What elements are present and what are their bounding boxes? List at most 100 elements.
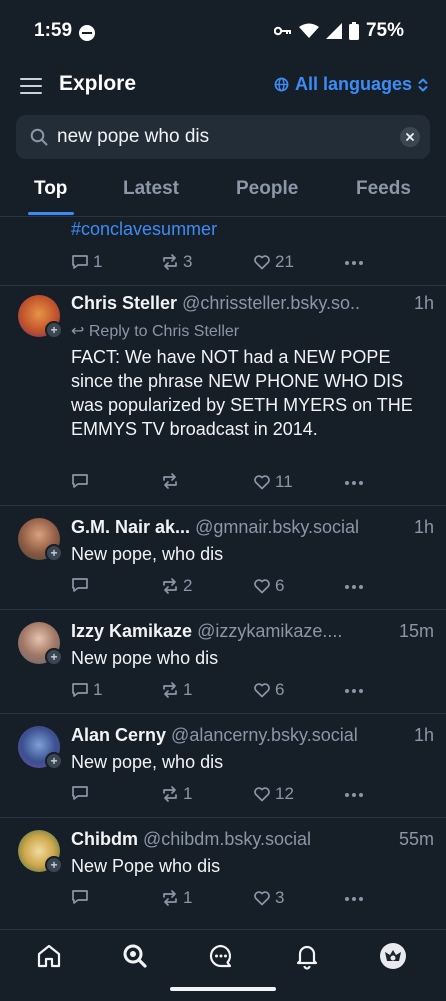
search-icon [123, 944, 147, 968]
dnd-icon [79, 25, 95, 41]
nav-search[interactable] [121, 942, 149, 970]
reply-button[interactable] [71, 784, 93, 802]
status-time: 1:59 [34, 20, 73, 41]
like-button[interactable]: 11 [253, 472, 293, 492]
hamburger-menu-icon[interactable] [20, 78, 42, 94]
post-actions: 1 12 [71, 784, 371, 806]
repost-icon [163, 682, 177, 698]
reply-icon [72, 683, 88, 697]
post-header: Alan Cerny @alancerny.bsky.social [71, 725, 433, 746]
nav-chat[interactable] [207, 942, 235, 970]
author-handle[interactable]: @gmnair.bsky.social [195, 517, 359, 537]
follow-plus-icon[interactable]: + [45, 321, 63, 339]
reply-button[interactable] [71, 888, 93, 906]
page-title: Explore [59, 72, 137, 95]
heart-icon [254, 683, 270, 698]
reply-icon [72, 255, 88, 269]
more-options-button[interactable] [345, 261, 363, 265]
tab-top[interactable]: Top [34, 178, 67, 200]
more-options-button[interactable] [345, 793, 363, 797]
author-name[interactable]: G.M. Nair ak... [71, 517, 190, 537]
post[interactable]: + Chibdm @chibdm.bsky.social 55m New Pop… [0, 817, 446, 929]
post[interactable]: + Izzy Kamikaze @izzykamikaze.... 15m Ne… [0, 609, 446, 714]
reply-button[interactable] [71, 576, 93, 594]
nav-home[interactable] [35, 942, 63, 970]
author-name[interactable]: Chibdm [71, 829, 138, 849]
more-options-button[interactable] [345, 897, 363, 901]
reply-icon [72, 890, 88, 904]
heart-icon [254, 787, 270, 802]
like-button[interactable]: 12 [253, 784, 294, 804]
author-name[interactable]: Chris Steller [71, 293, 177, 313]
reply-to-label: Reply to Chris Steller [88, 323, 240, 340]
author-name[interactable]: Izzy Kamikaze [71, 621, 192, 641]
more-options-button[interactable] [345, 585, 363, 589]
tab-feeds[interactable]: Feeds [356, 178, 411, 200]
wifi-icon [298, 23, 319, 38]
like-button[interactable]: 6 [253, 680, 284, 700]
repost-button[interactable]: 3 [161, 252, 192, 272]
more-options-button[interactable] [345, 689, 363, 693]
like-button[interactable]: 3 [253, 888, 284, 908]
heart-icon [254, 475, 270, 490]
post-actions: 11 [71, 472, 371, 494]
post-actions: 1 3 21 [71, 252, 371, 274]
reply-to-line[interactable]: ↩ Reply to Chris Steller [71, 321, 239, 341]
like-button[interactable]: 21 [253, 252, 294, 272]
search-results-feed: #conclavesummer 1 3 21 + Chris Steller @… [0, 217, 446, 929]
author-handle[interactable]: @chrissteller.bsky.so.. [182, 293, 360, 313]
post-body: New Pope who dis [71, 856, 221, 876]
repost-icon [163, 890, 177, 906]
reply-button[interactable] [71, 472, 93, 490]
reply-icon [72, 786, 88, 800]
search-input[interactable]: new pope who dis [16, 115, 430, 159]
follow-plus-icon[interactable]: + [45, 648, 63, 666]
author-handle[interactable]: @izzykamikaze.... [197, 621, 342, 641]
follow-plus-icon[interactable]: + [45, 856, 63, 874]
nav-notifications[interactable] [293, 942, 321, 970]
post[interactable]: + Chris Steller @chrissteller.bsky.so.. … [0, 285, 446, 506]
post-time: 15m [398, 621, 434, 641]
like-button[interactable]: 6 [253, 576, 284, 596]
like-count: 21 [275, 252, 294, 271]
repost-button[interactable]: 1 [161, 784, 192, 804]
search-query: new pope who dis [57, 126, 210, 147]
post-actions: 2 6 [71, 576, 371, 598]
repost-button[interactable] [161, 472, 183, 490]
tab-people[interactable]: People [236, 178, 298, 200]
clear-search-button[interactable] [400, 127, 420, 147]
search-icon [30, 128, 48, 146]
more-options-button[interactable] [345, 481, 363, 485]
like-count: 6 [275, 680, 285, 699]
tab-latest[interactable]: Latest [123, 178, 179, 200]
author-handle[interactable]: @chibdm.bsky.social [143, 829, 311, 849]
author-handle[interactable]: @alancerny.bsky.social [171, 725, 358, 745]
post[interactable]: + Alan Cerny @alancerny.bsky.social 1h N… [0, 713, 446, 818]
chevron-updown-icon [418, 78, 428, 91]
hashtag-link[interactable]: #conclavesummer [71, 219, 217, 239]
status-indicators: 75% [273, 20, 404, 42]
repost-icon [163, 473, 177, 489]
nav-profile[interactable] [379, 942, 407, 970]
post-header: Izzy Kamikaze @izzykamikaze.... [71, 621, 433, 642]
bell-icon [296, 945, 318, 970]
signal-icon [325, 23, 342, 39]
repost-button[interactable]: 1 [161, 680, 192, 700]
heart-icon [254, 891, 270, 906]
reply-button[interactable]: 1 [71, 680, 102, 700]
follow-plus-icon[interactable]: + [45, 544, 63, 562]
like-count: 12 [275, 784, 294, 803]
post[interactable]: + G.M. Nair ak... @gmnair.bsky.social 1h… [0, 505, 446, 610]
repost-count: 3 [183, 252, 193, 271]
repost-button[interactable]: 1 [161, 888, 192, 908]
repost-button[interactable]: 2 [161, 576, 192, 596]
follow-plus-icon[interactable]: + [45, 752, 63, 770]
reply-button[interactable]: 1 [71, 252, 102, 272]
home-icon [37, 944, 61, 968]
post[interactable]: #conclavesummer 1 3 21 [0, 217, 446, 286]
close-icon [406, 133, 414, 141]
language-selector[interactable]: All languages [274, 74, 428, 95]
repost-count: 1 [183, 784, 193, 803]
author-name[interactable]: Alan Cerny [71, 725, 166, 745]
repost-icon [163, 578, 177, 594]
